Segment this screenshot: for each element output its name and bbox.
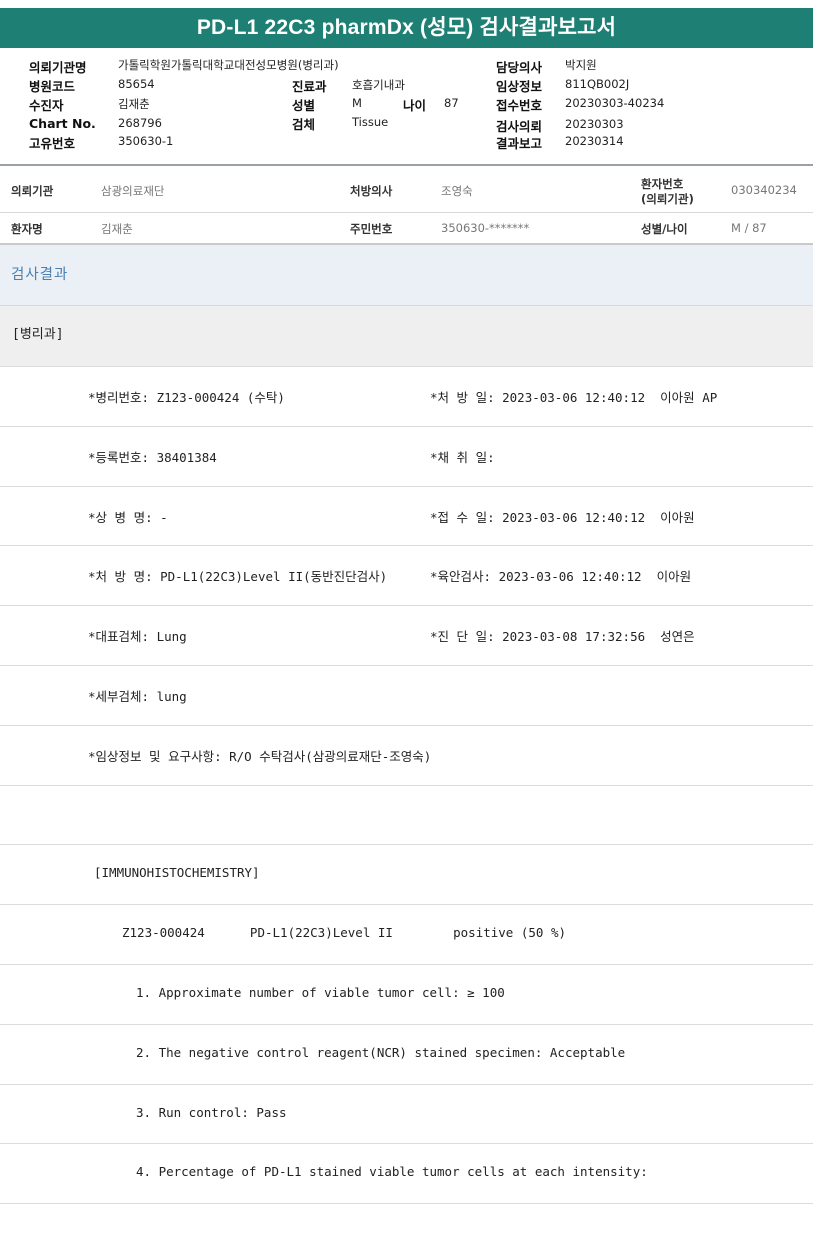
pid-label: 환자번호 <box>641 177 684 191</box>
inst-label: 의뢰기관 <box>11 184 54 198</box>
report-line: 4. Percentage of PD-L1 stained viable tu… <box>0 1144 813 1205</box>
pid-label-sub: (의뢰기관) <box>641 192 694 206</box>
report-line: 2. The negative control reagent(NCR) sta… <box>0 1025 813 1085</box>
age-value: 87 <box>444 96 459 110</box>
line-left: *등록번호: 38401384 <box>88 449 217 465</box>
report-line: Z123-000424 PD-L1(22C3)Level II positive… <box>0 905 813 965</box>
dept-label: 진료과 <box>292 79 327 94</box>
report-date-label: 결과보고 <box>496 136 543 151</box>
report-line: *처 방 명: PD-L1(22C3)Level II(동반진단검사) *육안검… <box>0 546 813 607</box>
report-lines: *병리번호: Z123-000424 (수탁) *처 방 일: 2023-03-… <box>0 367 813 1205</box>
report-title: PD-L1 22C3 pharmDx (성모) 검사결과보고서 <box>0 8 813 48</box>
hospital-code-value: 85654 <box>118 77 155 91</box>
patient-info-row: 환자명 김재춘 주민번호 350630-******* 성별/나이 M / 87 <box>0 213 813 245</box>
line-right: *접 수 일: 2023-03-06 12:40:12 이아원 <box>430 509 695 525</box>
line-left: *세부검체: lung <box>88 688 187 704</box>
department-heading: [병리과] <box>0 306 813 367</box>
rrn-value: 350630-******* <box>441 221 530 235</box>
rrn-label: 주민번호 <box>350 222 393 236</box>
report-line: *등록번호: 38401384 *채 취 일: <box>0 427 813 487</box>
line-right: *채 취 일: <box>430 449 495 465</box>
prescriber-value: 조영숙 <box>441 184 473 198</box>
ihc-item: 1. Approximate number of viable tumor ce… <box>136 984 505 1000</box>
clinical-value: 811QB002J <box>565 77 630 91</box>
line-left: *대표검체: Lung <box>88 629 187 645</box>
age-label: 나이 <box>403 98 427 113</box>
chart-no-label: Chart No. <box>29 116 96 131</box>
ihc-result: Z123-000424 PD-L1(22C3)Level II positive… <box>122 925 567 941</box>
line-left: *임상정보 및 요구사항: R/O 수탁검사(삼광의료재단-조영숙) <box>88 748 432 764</box>
sex-value: M <box>352 96 362 110</box>
hospital-code-label: 병원코드 <box>29 79 76 94</box>
prescriber-label: 처방의사 <box>350 184 393 198</box>
sex-label: 성별 <box>292 98 316 113</box>
report-line: 1. Approximate number of viable tumor ce… <box>0 965 813 1025</box>
unique-no-label: 고유번호 <box>29 136 76 151</box>
unique-no-value: 350630-1 <box>118 134 174 148</box>
institution-value: 가톨릭학원가톨릭대학교대전성모병원(병리과) <box>118 58 339 72</box>
institution-label: 의뢰기관명 <box>29 60 87 75</box>
report-line: *임상정보 및 요구사항: R/O 수탁검사(삼광의료재단-조영숙) <box>0 726 813 786</box>
ihc-item: 2. The negative control reagent(NCR) sta… <box>136 1044 626 1060</box>
doctor-label: 담당의사 <box>496 60 543 75</box>
header-divider <box>0 164 813 166</box>
patient-info-row: 의뢰기관 삼광의료재단 처방의사 조영숙 환자번호 (의뢰기관) 0303402… <box>0 170 813 213</box>
examinee-label: 수진자 <box>29 98 64 113</box>
section-title: 검사결과 <box>0 245 813 306</box>
doctor-value: 박지원 <box>565 58 597 72</box>
report-line: 3. Run control: Pass <box>0 1085 813 1145</box>
report-header: 의뢰기관명 가톨릭학원가톨릭대학교대전성모병원(병리과) 병원코드 85654 … <box>0 48 813 165</box>
pid-value: 030340234 <box>731 183 797 197</box>
sexage-value: M / 87 <box>731 221 767 235</box>
request-value: 20230303 <box>565 117 624 131</box>
examinee-value: 김재춘 <box>118 97 150 111</box>
report-line: *상 병 명: - *접 수 일: 2023-03-06 12:40:12 이아… <box>0 487 813 547</box>
chart-no-value: 268796 <box>118 116 162 130</box>
report-line: [IMMUNOHISTOCHEMISTRY] <box>0 845 813 906</box>
ihc-heading: [IMMUNOHISTOCHEMISTRY] <box>94 865 260 881</box>
report-date-value: 20230314 <box>565 134 624 148</box>
report-line: *병리번호: Z123-000424 (수탁) *처 방 일: 2023-03-… <box>0 367 813 427</box>
report-line: *대표검체: Lung *진 단 일: 2023-03-08 17:32:56 … <box>0 606 813 666</box>
specimen-value: Tissue <box>352 115 389 129</box>
line-right: *육안검사: 2023-03-06 12:40:12 이아원 <box>430 569 692 585</box>
receipt-value: 20230303-40234 <box>565 96 665 110</box>
report-line: *세부검체: lung <box>0 666 813 726</box>
inst-value: 삼광의료재단 <box>101 184 165 198</box>
name-label: 환자명 <box>11 222 43 236</box>
ihc-item: 3. Run control: Pass <box>136 1104 287 1120</box>
clinical-label: 임상정보 <box>496 79 543 94</box>
ihc-item: 4. Percentage of PD-L1 stained viable tu… <box>136 1164 648 1180</box>
line-left: *처 방 명: PD-L1(22C3)Level II(동반진단검사) <box>88 569 388 585</box>
receipt-label: 접수번호 <box>496 98 543 113</box>
report-line-blank <box>0 786 813 846</box>
sexage-label: 성별/나이 <box>641 222 688 236</box>
name-value: 김재춘 <box>101 222 133 236</box>
line-left: *병리번호: Z123-000424 (수탁) <box>88 390 285 405</box>
line-right: *진 단 일: 2023-03-08 17:32:56 성연은 <box>430 629 695 645</box>
line-right: *처 방 일: 2023-03-06 12:40:12 이아원 AP <box>430 390 718 405</box>
patient-info: 의뢰기관 삼광의료재단 처방의사 조영숙 환자번호 (의뢰기관) 0303402… <box>0 170 813 245</box>
specimen-label: 검체 <box>292 117 316 132</box>
line-left: *상 병 명: - <box>88 509 168 525</box>
dept-value: 호흡기내과 <box>352 78 405 92</box>
